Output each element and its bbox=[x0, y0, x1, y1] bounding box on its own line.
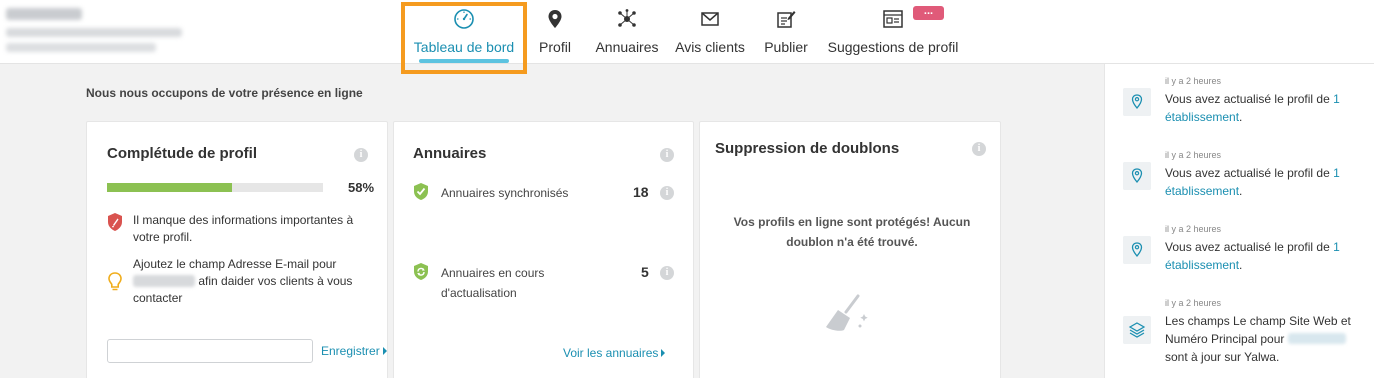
business-name-blurred bbox=[133, 275, 195, 287]
network-hub-icon bbox=[618, 9, 636, 27]
nav-tab-publier[interactable]: Publier bbox=[760, 0, 812, 64]
synced-directories-count: 18 bbox=[633, 184, 649, 200]
activity-message: Vous avez actualisé le profil de bbox=[1165, 166, 1334, 180]
activity-text: Vous avez actualisé le profil de 1 établ… bbox=[1165, 90, 1371, 126]
activity-text: Vous avez actualisé le profil de 1 établ… bbox=[1165, 164, 1371, 200]
business-name-blurred bbox=[1287, 333, 1346, 344]
profile-card-icon bbox=[883, 10, 903, 28]
directories-card: Annuaires i Annuaires synchronisés 18 i … bbox=[393, 121, 694, 378]
synced-directories-label: Annuaires synchronisés bbox=[441, 186, 569, 200]
nav-tab-avis-clients[interactable]: Avis clients bbox=[672, 0, 748, 64]
profile-completeness-card: Complétude de profil i 58% Il manque des… bbox=[86, 121, 388, 378]
nav-tab-profil[interactable]: Profil bbox=[532, 0, 578, 64]
nav-tab-label: Publier bbox=[764, 39, 808, 55]
info-icon[interactable]: i bbox=[354, 148, 368, 162]
active-tab-indicator bbox=[419, 59, 509, 63]
updating-directories-label: Annuaires en cours d'actualisation bbox=[441, 266, 545, 300]
layers-stack-icon bbox=[1123, 316, 1151, 344]
lightbulb-icon bbox=[108, 272, 122, 291]
activity-time: il y a 2 heures bbox=[1165, 224, 1222, 234]
info-icon[interactable]: i bbox=[660, 186, 674, 200]
completeness-percent: 58% bbox=[348, 180, 375, 195]
activity-feed: il y a 2 heures Vous avez actualisé le p… bbox=[1104, 64, 1374, 378]
updating-shield-refresh-icon bbox=[414, 263, 428, 280]
activity-message-end: . bbox=[1239, 258, 1243, 272]
info-icon[interactable]: i bbox=[972, 142, 986, 156]
activity-message-end: sont à jour sur Yalwa. bbox=[1165, 350, 1280, 364]
tip-prefix: Ajoutez le champ Adresse E-mail pour bbox=[133, 257, 337, 271]
page-title: Nous nous occupons de votre présence en … bbox=[86, 86, 363, 100]
caret-right-icon bbox=[382, 347, 387, 355]
card-title: Suppression de doublons bbox=[715, 140, 900, 157]
add-email-tip: Ajoutez le champ Adresse E-mail pour afi… bbox=[133, 256, 373, 307]
card-title: Annuaires bbox=[413, 145, 487, 162]
broom-icon bbox=[826, 294, 868, 331]
location-pin-icon bbox=[1123, 162, 1151, 190]
progress-fill bbox=[107, 183, 233, 192]
activity-text: Les champs Le champ Site Web et Numéro P… bbox=[1165, 312, 1371, 366]
activity-message: Vous avez actualisé le profil de bbox=[1165, 92, 1334, 106]
warning-shield-icon bbox=[108, 213, 122, 231]
updating-directories-count: 5 bbox=[641, 264, 649, 280]
publish-edit-icon bbox=[777, 11, 796, 28]
activity-message: Vous avez actualisé le profil de bbox=[1165, 240, 1334, 254]
location-pin-icon bbox=[1123, 236, 1151, 264]
activity-time: il y a 2 heures bbox=[1165, 76, 1222, 86]
completeness-progress-bar bbox=[107, 183, 323, 192]
duplicates-card: Suppression de doublons i Vos profils en… bbox=[699, 121, 1001, 378]
card-title: Complétude de profil bbox=[107, 145, 257, 162]
nav-tab-dashboard[interactable]: Tableau de bord bbox=[405, 0, 523, 64]
activity-text: Vous avez actualisé le profil de 1 établ… bbox=[1165, 238, 1371, 274]
caret-right-icon bbox=[661, 349, 666, 357]
top-bar: Tableau de bord Profil Annuaires Avis cl… bbox=[0, 0, 1374, 64]
activity-message-end: . bbox=[1239, 184, 1243, 198]
nav-tab-annuaires[interactable]: Annuaires bbox=[592, 0, 662, 64]
save-label: Enregistrer bbox=[321, 344, 380, 358]
info-icon[interactable]: i bbox=[660, 148, 674, 162]
no-duplicates-message: Vos profils en ligne sont protégés! Aucu… bbox=[733, 215, 971, 249]
missing-info-warning: Il manque des informations importantes à… bbox=[133, 213, 354, 244]
see-directories-link[interactable]: Voir les annuaires bbox=[563, 346, 666, 360]
email-field[interactable] bbox=[107, 339, 313, 363]
see-directories-label: Voir les annuaires bbox=[563, 346, 659, 360]
synced-shield-check-icon bbox=[414, 183, 428, 200]
nav-tab-label: Tableau de bord bbox=[413, 39, 515, 55]
save-button[interactable]: Enregistrer bbox=[321, 344, 387, 358]
nav-tab-label: Annuaires bbox=[595, 39, 659, 55]
activity-message-end: . bbox=[1239, 110, 1243, 124]
envelope-icon bbox=[701, 12, 719, 26]
location-pin-icon bbox=[1123, 88, 1151, 116]
notification-badge: ... bbox=[913, 6, 944, 20]
activity-time: il y a 2 heures bbox=[1165, 150, 1222, 160]
activity-time: il y a 2 heures bbox=[1165, 298, 1222, 308]
nav-tab-label: Avis clients bbox=[675, 39, 745, 55]
business-name-blurred bbox=[6, 8, 182, 52]
dashboard-gauge-icon bbox=[454, 9, 474, 29]
map-pin-icon bbox=[548, 10, 562, 28]
info-icon[interactable]: i bbox=[660, 266, 674, 280]
nav-tab-label: Suggestions de profil bbox=[827, 39, 959, 55]
nav-tab-label: Profil bbox=[539, 39, 571, 55]
